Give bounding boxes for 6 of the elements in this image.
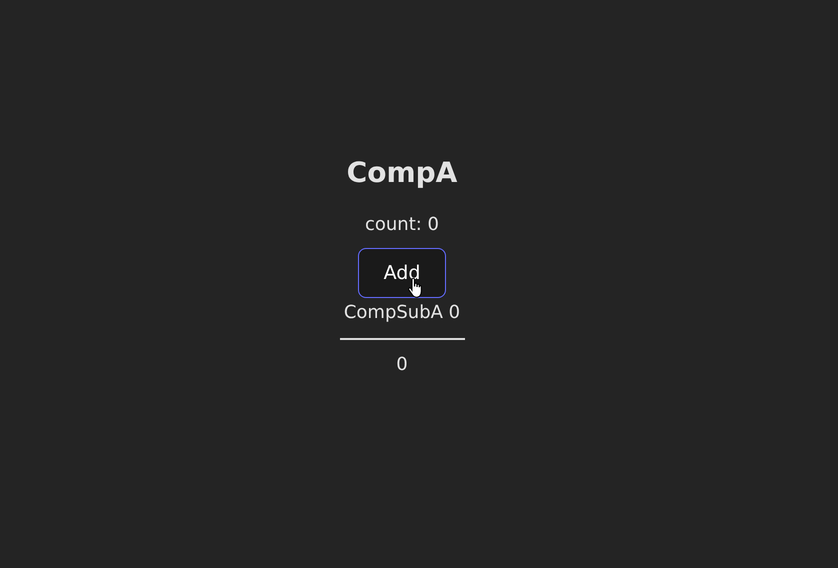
hand-cursor-icon — [408, 278, 422, 298]
component-title: CompA — [346, 155, 458, 191]
count-text: count: 0 — [364, 213, 440, 237]
value-text: 0 — [396, 353, 408, 377]
sub-component-label: CompSubA 0 — [344, 301, 460, 325]
add-button[interactable]: Add — [358, 248, 446, 298]
